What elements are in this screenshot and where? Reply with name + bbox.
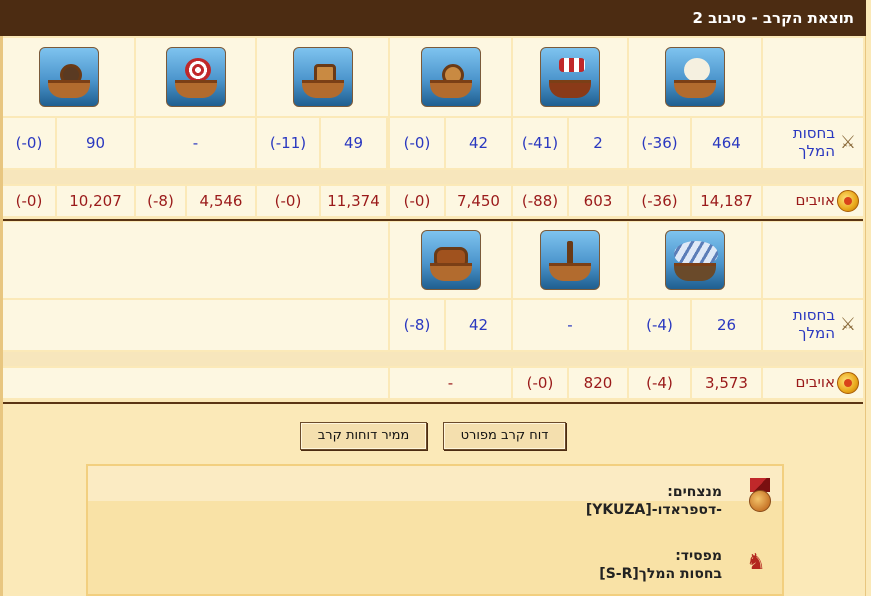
unit-count: 603 (583, 192, 613, 210)
loser-value[interactable]: בחסות המלך[S-R] (599, 566, 722, 582)
loser-label: מפסיד: (675, 548, 722, 564)
enemy-coin-icon (837, 372, 859, 394)
battle-result-box: מנצחים: -דספראדו-[YKUZA] ♞ מפסיד: בחסות … (86, 464, 784, 596)
unit-count: 4,546 (199, 192, 243, 210)
unit-loss: (-8) (403, 316, 431, 334)
unit-images-row-2 (3, 222, 863, 298)
unit-loss: (-0) (526, 374, 554, 392)
winners-label: מנצחים: (667, 484, 722, 500)
mortar-ship-unit-icon (38, 47, 99, 107)
king-guard-row-2: ⚔ בחסות המלך 26 (-4) - 42 (-8) (3, 300, 863, 350)
unit-loss: (-88) (521, 192, 559, 210)
catapult-ship-unit-icon (165, 47, 226, 107)
battle-title-bar: תוצאת הקרב - סיבוב 2 (0, 0, 866, 36)
king-guard-label: בחסות המלך (792, 124, 835, 160)
unit-loss: (-4) (646, 374, 673, 392)
ram-ship-unit-icon (540, 47, 600, 107)
unit-count: 42 (468, 134, 489, 152)
king-guard-row-1: ⚔ בחסות המלך 464 (-36) 2 (-41) 42 (-0) 4… (3, 118, 863, 168)
unit-count: 2 (593, 134, 603, 152)
unit-loss: (-11) (269, 134, 307, 152)
enemies-label: אויבים (795, 373, 835, 391)
unit-loss: (-0) (15, 192, 43, 210)
fire-ship-unit-icon (665, 47, 725, 107)
medal-icon (748, 478, 772, 514)
report-converter-button[interactable]: ממיר דוחות קרב (300, 422, 427, 450)
unit-loss: (-8) (147, 192, 174, 210)
crossed-swords-icon: ⚔ (839, 314, 857, 335)
unit-count: 42 (468, 316, 489, 334)
unit-count: - (447, 374, 454, 392)
king-guard-label: בחסות המלך (792, 306, 835, 342)
unit-count: 11,374 (327, 192, 380, 210)
unit-count: 10,207 (69, 192, 122, 210)
troops-icon: ♞ (746, 550, 766, 575)
crossed-swords-icon: ⚔ (839, 132, 857, 153)
battle-title: תוצאת הקרב - סיבוב 2 (692, 9, 855, 27)
rocket-ship-unit-icon (420, 230, 481, 290)
enemies-row-1: אויבים 14,187 (-36) 603 (-88) 7,450 (-0)… (3, 186, 863, 216)
enemies-label: אויבים (795, 191, 835, 209)
unit-count: 820 (583, 374, 613, 392)
unit-count: 49 (343, 134, 364, 152)
enemy-coin-icon (837, 190, 859, 212)
unit-count: - (567, 316, 573, 334)
winners-value[interactable]: -דספראדו-[YKUZA] (586, 502, 722, 518)
unit-loss: (-36) (641, 192, 678, 210)
detailed-report-button[interactable]: דוח קרב מפורט (443, 422, 566, 450)
paddle-wheel-ram-unit-icon (420, 47, 481, 107)
unit-count: 14,187 (700, 192, 753, 210)
unit-loss: (-0) (403, 192, 431, 210)
unit-loss: (-0) (403, 134, 431, 152)
unit-count: 26 (716, 316, 737, 334)
enemies-row-2: אויבים 3,573 (-4) 820 (-0) - (3, 368, 863, 398)
unit-count: - (192, 134, 199, 152)
ballista-ship-unit-icon (292, 47, 353, 107)
unit-images-row-1 (3, 38, 863, 116)
round-divider (3, 219, 863, 221)
unit-loss: (-36) (641, 134, 678, 152)
unit-loss: (-0) (274, 192, 302, 210)
unit-loss: (-4) (646, 316, 673, 334)
unit-count: 3,573 (705, 374, 748, 392)
unit-count: 7,450 (457, 192, 500, 210)
balloon-carrier-unit-icon (665, 230, 725, 290)
unit-loss: (-0) (15, 134, 43, 152)
unit-count: 90 (85, 134, 106, 152)
round-divider (3, 402, 863, 404)
unit-count: 464 (712, 134, 741, 152)
unit-loss: (-41) (521, 134, 559, 152)
diving-boat-unit-icon (540, 230, 600, 290)
